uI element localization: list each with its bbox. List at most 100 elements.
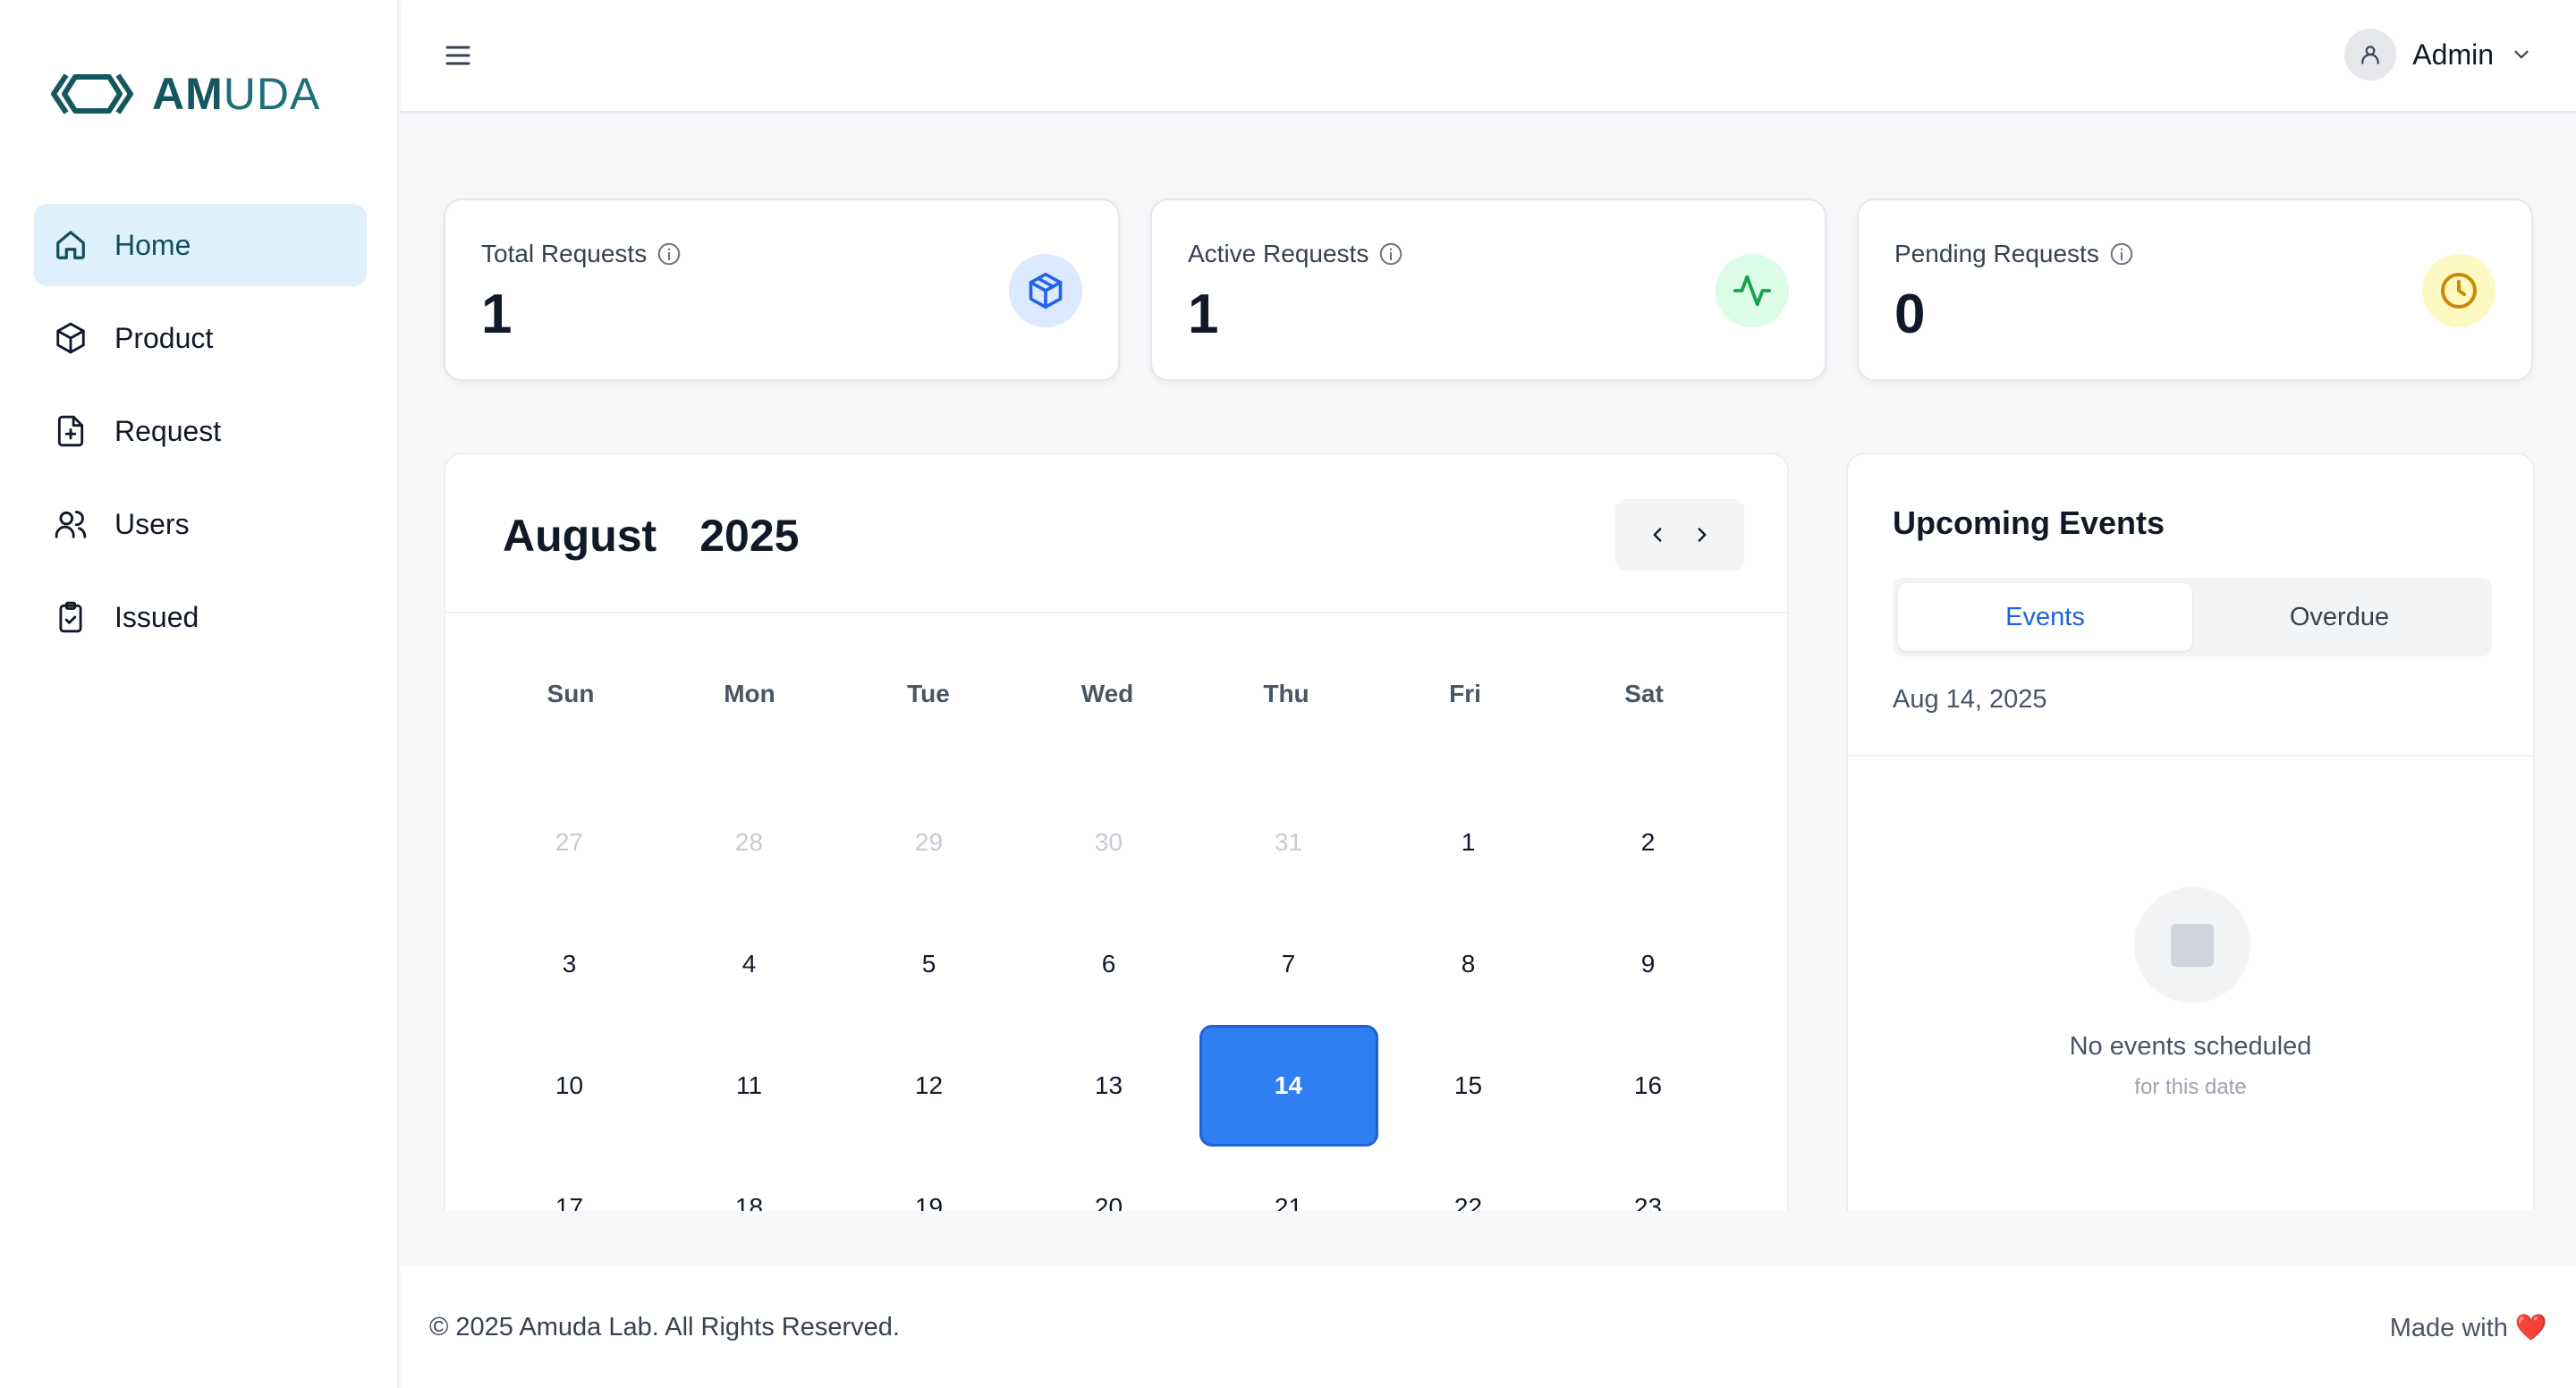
calendar-day-number: 7	[1281, 950, 1296, 978]
info-icon[interactable]	[2108, 241, 2135, 267]
empty-state-icon	[2134, 887, 2250, 1003]
empty-state-subtitle: for this date	[2134, 1075, 2247, 1099]
calendar-day[interactable]: 30	[1019, 782, 1199, 903]
calendar-day[interactable]: 6	[1019, 903, 1199, 1025]
activity-icon	[1716, 254, 1789, 327]
file-plus-icon	[54, 414, 88, 448]
calendar-day-number: 17	[555, 1193, 584, 1211]
calendar-day[interactable]: 13	[1019, 1025, 1199, 1147]
calendar-day[interactable]: 9	[1558, 903, 1738, 1025]
weekday-label: Sun	[547, 680, 595, 707]
tab-overdue[interactable]: Overdue	[2192, 583, 2487, 651]
calendar-day[interactable]: 15	[1378, 1025, 1558, 1147]
calendar-day-number: 5	[921, 950, 936, 978]
info-icon[interactable]	[1377, 241, 1404, 267]
stat-card-total-requests: Total Requests 1	[444, 199, 1120, 381]
calendar-day[interactable]: 19	[839, 1147, 1019, 1211]
calendar-day[interactable]: 1	[1378, 782, 1558, 903]
weekday-label: Sat	[1624, 680, 1664, 707]
heart-icon: ❤️	[2514, 1314, 2547, 1342]
calendar-day[interactable]: 16	[1558, 1025, 1738, 1147]
sidebar-item-home[interactable]: Home	[34, 204, 367, 286]
weekday-label: Mon	[724, 680, 775, 707]
chevron-down-icon	[2510, 43, 2533, 66]
calendar-day[interactable]: 10	[479, 1025, 659, 1147]
stat-card-pending-requests: Pending Requests 0	[1857, 199, 2533, 381]
calendar-day-number: 18	[734, 1193, 764, 1211]
calendar-day-number: 2	[1640, 828, 1656, 856]
calendar-day[interactable]: 20	[1019, 1147, 1199, 1211]
user-icon	[2361, 46, 2380, 64]
calendar-day-number: 16	[1633, 1071, 1663, 1099]
menu-icon[interactable]	[442, 39, 474, 72]
stat-value: 1	[481, 284, 513, 345]
footer: © 2025 Amuda Lab. All Rights Reserved. M…	[401, 1266, 2576, 1388]
stat-value: 1	[1188, 284, 1219, 345]
calendar-day[interactable]: 18	[659, 1147, 839, 1211]
sidebar-item-product[interactable]: Product	[34, 297, 367, 379]
weekday-row: Sun Mon Tue Wed Thu Fri Sat	[481, 680, 1733, 708]
users-icon	[54, 507, 88, 541]
calendar-day[interactable]: 12	[839, 1025, 1019, 1147]
calendar-day[interactable]: 5	[839, 903, 1019, 1025]
calendar-day-number: 29	[914, 828, 944, 856]
calendar-day-selected[interactable]: 14	[1199, 1025, 1378, 1147]
calendar-day-number: 13	[1094, 1071, 1123, 1099]
user-name: Admin	[2412, 38, 2494, 71]
tab-events[interactable]: Events	[1898, 583, 2192, 651]
calendar-day[interactable]: 28	[659, 782, 839, 903]
weekday-label: Wed	[1080, 680, 1134, 707]
calendar-day-number: 31	[1274, 828, 1303, 856]
sidebar-item-users[interactable]: Users	[34, 483, 367, 565]
stat-value: 0	[1894, 284, 1926, 345]
calendar-day-number: 11	[735, 1071, 763, 1099]
weekday-label: Tue	[907, 680, 950, 707]
calendar-title: August 2025	[503, 510, 799, 562]
top-header: Admin	[401, 0, 2576, 113]
calendar-day[interactable]: 22	[1378, 1147, 1558, 1211]
brand-logo[interactable]: AMUDA	[48, 68, 320, 120]
calendar-day-number: 23	[1633, 1193, 1663, 1211]
sidebar: AMUDA Home Product Request Users Issued	[0, 0, 399, 1388]
stat-label: Pending Requests	[1894, 240, 2099, 267]
calendar-day[interactable]: 31	[1199, 782, 1378, 903]
calendar-day-number: 6	[1101, 950, 1116, 978]
calendar-day[interactable]: 3	[479, 903, 659, 1025]
sidebar-item-issued[interactable]: Issued	[34, 576, 367, 658]
calendar-day-number: 15	[1453, 1071, 1483, 1099]
calendar-day[interactable]: 2	[1558, 782, 1738, 903]
calendar-day[interactable]: 29	[839, 782, 1019, 903]
events-title: Upcoming Events	[1893, 504, 2165, 541]
sidebar-item-label: Home	[114, 228, 191, 261]
package-icon	[1009, 254, 1082, 327]
sidebar-item-label: Users	[114, 507, 190, 540]
calendar-day[interactable]: 7	[1199, 903, 1378, 1025]
calendar-days: 27 28 29 30 31 1 2 3 4 5 6 7 8 9 10 11 12 13 14 15 16 17 18 19 2…	[479, 782, 1737, 1211]
sidebar-item-label: Issued	[114, 600, 199, 633]
calendar-day[interactable]: 21	[1199, 1147, 1378, 1211]
chevron-left-icon[interactable]	[1646, 523, 1669, 546]
copyright: © 2025 Amuda Lab. All Rights Reserved.	[429, 1313, 900, 1341]
chevron-right-icon[interactable]	[1690, 523, 1714, 546]
sidebar-item-label: Product	[114, 321, 214, 354]
calendar-day-number: 12	[914, 1071, 944, 1099]
calendar-day[interactable]: 23	[1558, 1147, 1738, 1211]
calendar-day-number: 19	[914, 1193, 944, 1211]
sidebar-item-request[interactable]: Request	[34, 390, 367, 472]
calendar-day[interactable]: 11	[659, 1025, 839, 1147]
calendar-day-number: 9	[1640, 950, 1656, 978]
calendar-day-number: 22	[1453, 1193, 1483, 1211]
calendar-day[interactable]: 8	[1378, 903, 1558, 1025]
calendar-day-number: 1	[1461, 828, 1476, 856]
calendar-day[interactable]: 27	[479, 782, 659, 903]
clipboard-check-icon	[54, 600, 88, 634]
info-icon[interactable]	[656, 241, 682, 267]
calendar-nav	[1615, 499, 1744, 571]
sidebar-item-label: Request	[114, 414, 222, 447]
weekday-label: Thu	[1263, 680, 1309, 707]
calendar: August 2025 Sun Mon Tue Wed Thu Fri Sat 27 28 29…	[444, 453, 1789, 1211]
calendar-day-number: 10	[555, 1071, 584, 1099]
user-menu[interactable]: Admin	[2344, 29, 2533, 80]
calendar-day[interactable]: 17	[479, 1147, 659, 1211]
calendar-day[interactable]: 4	[659, 903, 839, 1025]
